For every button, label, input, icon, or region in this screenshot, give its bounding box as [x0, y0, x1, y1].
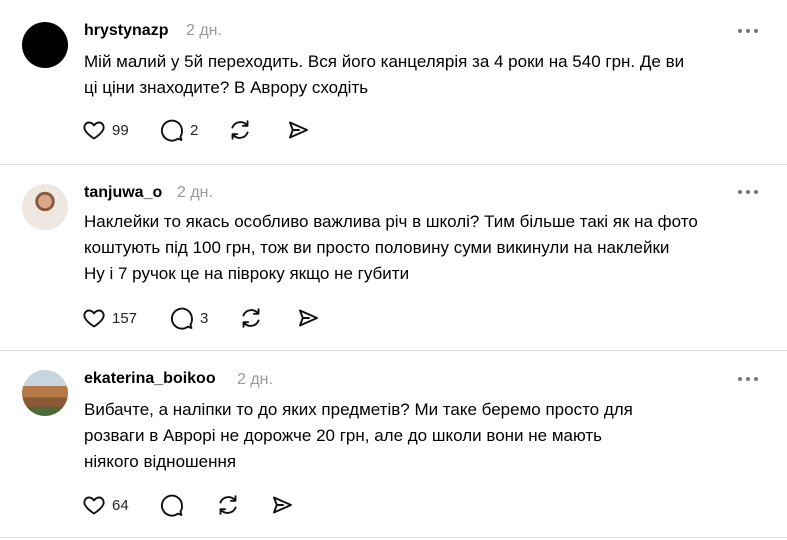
- like-count: 64: [112, 496, 129, 514]
- send-icon: [299, 309, 318, 327]
- username[interactable]: ekaterina_boikoo: [84, 370, 216, 388]
- comment-line: коштують під 100 грн, тож ви просто поло…: [84, 238, 670, 257]
- comment-text: Наклейки то якась особливо важлива річ в…: [84, 209, 774, 287]
- reply-button[interactable]: [160, 492, 184, 518]
- username[interactable]: tanjuwa_o: [84, 184, 162, 202]
- like-button[interactable]: 99: [82, 117, 129, 143]
- username[interactable]: hrystynazp: [84, 22, 168, 40]
- heart-icon: [83, 121, 105, 140]
- like-count: 99: [112, 121, 129, 139]
- reply-count: 3: [200, 309, 209, 327]
- reply-count: 2: [190, 121, 199, 139]
- avatar[interactable]: [22, 22, 68, 68]
- timestamp: 2 дн.: [237, 371, 273, 388]
- comment-line: Мій малий у 5й переходить. Вся його канц…: [84, 52, 685, 71]
- heart-icon: [83, 496, 105, 515]
- divider: [0, 164, 787, 165]
- comment-text: Вибачте, а наліпки то до яких предметів?…: [84, 397, 774, 475]
- like-count: 157: [112, 309, 138, 327]
- timestamp: 2 дн.: [177, 184, 213, 201]
- like-button[interactable]: 64: [82, 492, 129, 518]
- comment-bubble-icon: [160, 119, 183, 142]
- send-icon: [289, 121, 308, 139]
- comment-bubble-icon: [170, 307, 193, 330]
- repost-button[interactable]: [239, 305, 263, 331]
- repost-icon: [242, 308, 260, 328]
- repost-button[interactable]: [216, 492, 240, 518]
- heart-icon: [83, 309, 105, 328]
- more-dots-icon[interactable]: [738, 29, 758, 33]
- timestamp: 2 дн.: [186, 22, 222, 39]
- reply-button[interactable]: 2: [160, 117, 198, 143]
- comment-line: ці ціни знаходите? В Аврору сходіть: [84, 78, 369, 97]
- send-icon: [273, 496, 292, 514]
- reply-button[interactable]: 3: [170, 305, 208, 331]
- divider: [0, 350, 787, 351]
- comment-line: Ну і 7 ручок це на півроку якщо не губит…: [84, 264, 410, 283]
- comment-text: Мій малий у 5й переходить. Вся його канц…: [84, 49, 774, 101]
- comment-line: Наклейки то якась особливо важлива річ в…: [84, 212, 698, 231]
- repost-button[interactable]: [228, 117, 252, 143]
- more-dots-icon[interactable]: [738, 377, 758, 381]
- more-dots-icon[interactable]: [738, 190, 758, 194]
- share-button[interactable]: [270, 492, 294, 518]
- avatar[interactable]: [22, 370, 68, 416]
- share-button[interactable]: [296, 305, 320, 331]
- like-button[interactable]: 157: [82, 305, 137, 331]
- repost-icon: [231, 120, 249, 140]
- comment-line: розваги в Аврорі не дорожче 20 грн, але …: [84, 426, 602, 445]
- repost-icon: [219, 495, 237, 515]
- avatar[interactable]: [22, 184, 68, 230]
- comment-bubble-icon: [160, 494, 183, 517]
- divider: [0, 537, 787, 538]
- comment-line: ніякого відношення: [84, 452, 237, 471]
- comment-line: Вибачте, а наліпки то до яких предметів?…: [84, 400, 633, 419]
- share-button[interactable]: [286, 117, 310, 143]
